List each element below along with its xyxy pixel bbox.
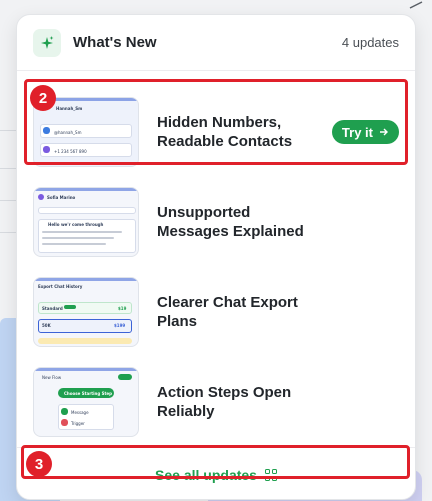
update-title: Hidden Numbers, Readable Contacts — [157, 114, 293, 150]
sparkle-icon — [33, 28, 61, 57]
whats-new-panel: What's New 4 updates Hannah_Sm @hannah_S… — [16, 14, 416, 500]
try-it-button[interactable]: Try it — [331, 120, 399, 144]
panel-title: What's New — [73, 34, 157, 51]
update-item-hidden-numbers[interactable]: Hannah_Sm @hannah_Sm +1 234 567 890 Hidd… — [17, 87, 415, 177]
annotation-badge-2: 2 — [30, 85, 56, 111]
update-thumbnail: New Flow Choose Starting Step Message Tr… — [33, 367, 139, 437]
update-thumbnail: Sofia Marino Hello we'r come through — [33, 187, 139, 257]
arrow-right-icon — [380, 128, 388, 136]
see-all-updates-link[interactable]: See all updates — [155, 467, 277, 483]
panel-footer: See all updates — [17, 447, 415, 499]
annotation-badge-3: 3 — [26, 451, 52, 477]
update-title: Clearer Chat Export Plans — [157, 294, 298, 330]
update-title: Unsupported Messages Explained — [157, 204, 304, 240]
update-item-unsupported-messages[interactable]: Sofia Marino Hello we'r come through Uns… — [17, 177, 415, 267]
panel-header: What's New 4 updates — [17, 15, 415, 71]
update-thumbnail: Export Chat History Standard $19 50K $19… — [33, 277, 139, 347]
grid-icon — [264, 468, 277, 481]
update-item-chat-export[interactable]: Export Chat History Standard $19 50K $19… — [17, 267, 415, 357]
update-title: Action Steps Open Reliably — [157, 384, 292, 420]
update-count: 4 updates — [341, 35, 399, 50]
background-icon — [409, 1, 423, 9]
update-item-action-steps[interactable]: New Flow Choose Starting Step Message Tr… — [17, 357, 415, 447]
